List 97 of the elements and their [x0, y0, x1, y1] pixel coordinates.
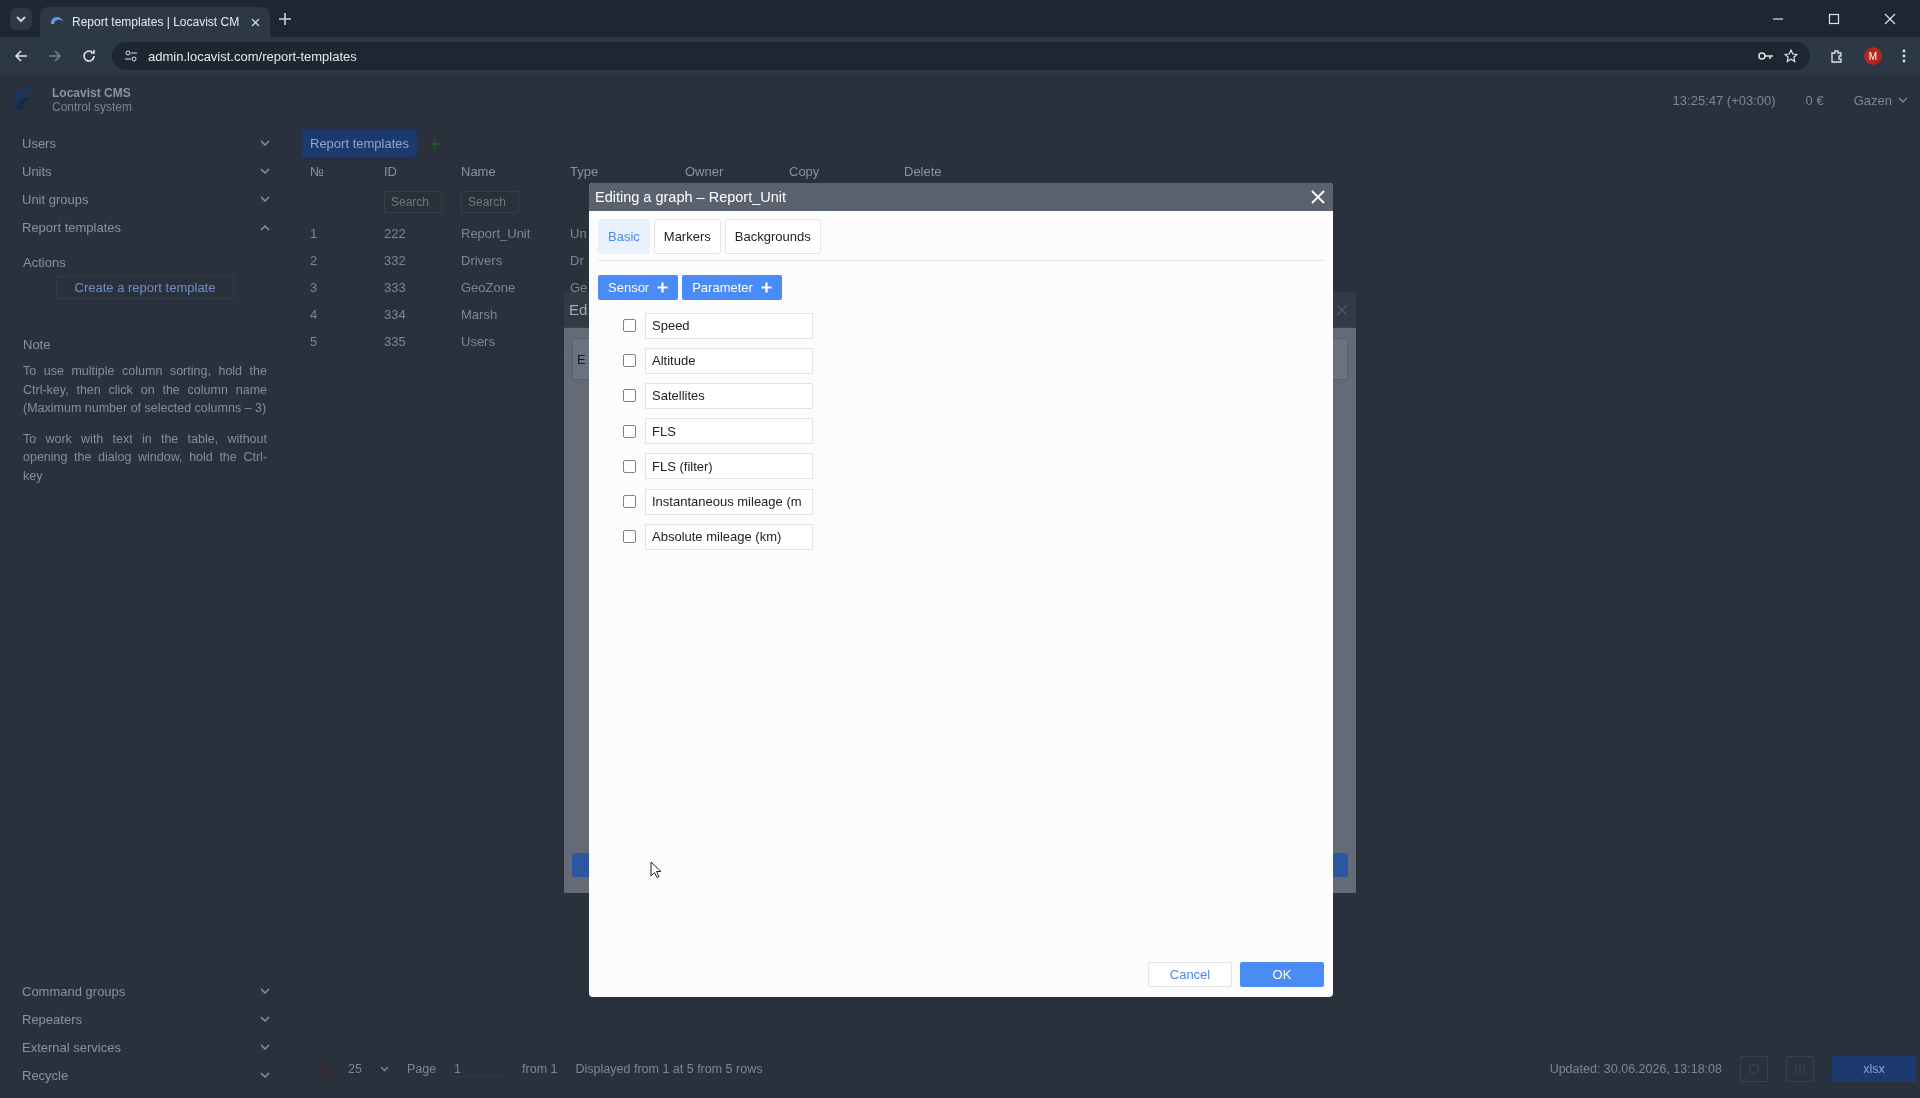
add-button[interactable]: Sensor — [598, 275, 679, 300]
balance-text: 0 € — [1805, 92, 1824, 108]
table-cell: 335 — [376, 327, 453, 355]
add-button[interactable]: Parameter — [682, 275, 782, 300]
table-cell: 2 — [302, 246, 376, 274]
sidebar-item[interactable]: Users — [12, 130, 278, 158]
key-icon[interactable] — [1758, 50, 1774, 62]
input-field[interactable]: FLS (filter) — [645, 453, 813, 480]
sidebar-item[interactable]: Unit groups — [12, 186, 278, 214]
sidebar-item[interactable]: Recycle — [12, 1062, 278, 1090]
column-header[interactable]: Copy — [781, 157, 896, 185]
back-icon[interactable] — [14, 49, 28, 63]
maximize-icon[interactable] — [1828, 12, 1840, 25]
actions-title: Actions — [23, 255, 67, 270]
checkbox[interactable] — [623, 319, 636, 333]
address-bar[interactable]: admin.locavist.com/report-templates — [112, 42, 1810, 70]
page-field[interactable]: 1 — [454, 1061, 505, 1077]
forward-icon[interactable] — [48, 49, 62, 63]
note-title: Note — [23, 337, 52, 352]
checkbox[interactable] — [623, 530, 636, 544]
note-text: To use multiple column sorting, hold the Ctrl-key, then click on the column name (Maximum number of selected columns – 3) — [23, 363, 267, 417]
table-cell: 333 — [376, 273, 453, 301]
export-button[interactable]: xlsx — [1832, 1056, 1916, 1082]
create-link[interactable]: Create a report template — [55, 276, 235, 299]
checkbox[interactable] — [623, 459, 636, 473]
updated-text: Updated: 30.06.2026, 13:18:08 — [1549, 1062, 1722, 1076]
search-field[interactable]: Search — [461, 191, 519, 213]
table-cell: Un — [570, 225, 587, 241]
user-menu[interactable]: Gazen — [1853, 92, 1908, 108]
new-tab-icon[interactable] — [278, 11, 292, 26]
app-subtitle: Control system — [52, 100, 133, 114]
sidebar-item[interactable]: Report templates — [12, 214, 278, 242]
table-cell: 1 — [302, 219, 376, 247]
table-cell: 3 — [302, 273, 376, 301]
table-cell: Users — [453, 327, 562, 355]
dialog-tab[interactable]: Basic — [598, 219, 650, 254]
column-header[interactable]: Delete — [896, 157, 1042, 185]
plus-icon — [760, 282, 772, 293]
reload-icon[interactable] — [82, 49, 96, 63]
sidebar-item[interactable]: Command groups — [12, 978, 278, 1006]
column-header[interactable]: Owner — [677, 157, 781, 185]
input-field[interactable]: Speed — [645, 312, 813, 339]
table-cell: Report_Unit — [453, 219, 562, 247]
checkbox[interactable] — [623, 389, 636, 403]
table-cell: 222 — [376, 219, 453, 247]
column-header[interactable]: Name — [453, 157, 562, 185]
input-field[interactable]: FLS — [645, 418, 813, 445]
checkbox[interactable] — [623, 424, 636, 438]
warning-icon — [316, 1063, 330, 1075]
tab-list-icon[interactable] — [10, 7, 32, 30]
input-field[interactable]: Instantaneous mileage (m — [645, 488, 813, 515]
table-cell: Drivers — [453, 246, 562, 274]
ok-button[interactable]: OK — [1240, 962, 1324, 987]
input-field[interactable]: Altitude — [645, 347, 813, 374]
table-cell: 4 — [302, 300, 376, 328]
site-settings-icon[interactable] — [124, 49, 138, 63]
star-icon[interactable] — [1784, 49, 1798, 63]
clock-text: 13:25:47 (+03:00) — [1672, 92, 1776, 108]
profile-avatar[interactable]: M — [1864, 47, 1882, 65]
caret-icon — [379, 1066, 389, 1072]
checkbox[interactable] — [623, 495, 636, 509]
browser-tab[interactable]: Report templates | Locavist CM — [40, 7, 270, 37]
page-label: Page — [406, 1062, 437, 1076]
plus-icon — [657, 282, 669, 293]
dialog-title: Ed — [569, 301, 588, 318]
table-cell: 5 — [302, 327, 376, 355]
checkbox[interactable] — [623, 354, 636, 368]
input-field[interactable]: Satellites — [645, 382, 813, 409]
dialog-title: Editing a graph – Report_Unit — [595, 189, 787, 205]
dialog-tab[interactable]: Markers — [653, 219, 721, 254]
search-field[interactable]: Search — [384, 191, 442, 213]
table-cell: Marsh — [453, 300, 562, 328]
sidebar-item[interactable]: Units — [12, 158, 278, 186]
dialog-tab[interactable]: Backgrounds — [724, 219, 821, 254]
column-header[interactable]: Type — [562, 157, 677, 185]
page-size-select[interactable]: 25 — [348, 1062, 389, 1076]
dialog-tab[interactable]: E — [577, 351, 586, 367]
menu-icon[interactable] — [1902, 49, 1906, 63]
app-name: Locavist CMS — [52, 86, 132, 100]
rows-summary: Displayed from 1 at 5 from 5 rows — [575, 1062, 763, 1076]
table-cell: Dr — [570, 252, 584, 268]
cancel-button[interactable]: Cancel — [1148, 962, 1232, 987]
sidebar-item[interactable]: Repeaters — [12, 1006, 278, 1034]
table-cell: 334 — [376, 300, 453, 328]
sidebar-item[interactable]: External services — [12, 1034, 278, 1062]
note-text: To work with text in the table, without opening the dialog window, hold the Ctrl-key — [23, 430, 267, 485]
column-header[interactable]: ID — [376, 157, 453, 185]
table-cell: 332 — [376, 246, 453, 274]
page-total: from 1 — [522, 1062, 558, 1076]
table-cell: GeoZone — [453, 273, 562, 301]
table-cell: Ge — [570, 279, 588, 295]
input-field[interactable]: Absolute mileage (km) — [645, 523, 813, 550]
extensions-icon[interactable] — [1830, 49, 1844, 63]
column-header[interactable]: № — [302, 157, 376, 185]
cursor-icon — [650, 861, 662, 879]
caret-icon — [1898, 96, 1908, 104]
report-templates-tab[interactable]: Report templates — [302, 130, 417, 157]
